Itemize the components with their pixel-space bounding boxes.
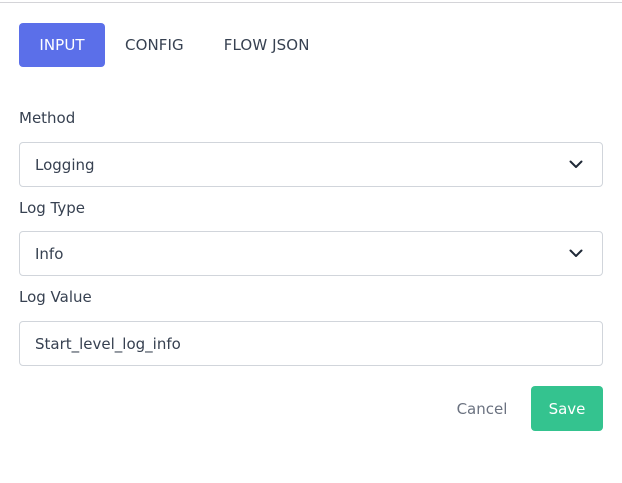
- log-type-select-value: Info: [35, 244, 64, 263]
- node-config-panel: INPUT CONFIG FLOW JSON Method Logging Lo…: [0, 0, 622, 483]
- top-divider: [0, 2, 622, 3]
- log-type-label: Log Type: [19, 199, 86, 217]
- method-select-value: Logging: [35, 155, 95, 174]
- tab-input[interactable]: INPUT: [19, 23, 105, 67]
- log-value-input[interactable]: [35, 322, 602, 365]
- method-label: Method: [19, 109, 76, 127]
- chevron-down-icon: [568, 157, 584, 173]
- log-type-select[interactable]: Info: [19, 231, 603, 276]
- chevron-down-icon: [568, 246, 584, 262]
- save-button[interactable]: Save: [531, 386, 603, 431]
- tab-config[interactable]: CONFIG: [105, 23, 204, 67]
- log-value-label: Log Value: [19, 288, 92, 306]
- method-select[interactable]: Logging: [19, 142, 603, 187]
- cancel-button[interactable]: Cancel: [440, 386, 524, 431]
- tab-flow-json[interactable]: FLOW JSON: [204, 23, 330, 67]
- log-value-field[interactable]: [19, 321, 603, 366]
- tab-bar: INPUT CONFIG FLOW JSON: [19, 23, 330, 67]
